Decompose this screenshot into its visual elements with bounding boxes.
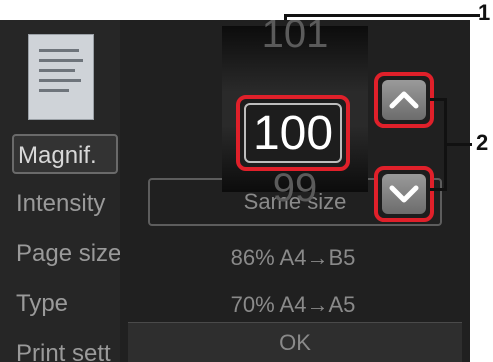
chevron-down-icon [389, 185, 419, 203]
page-preview-thumbnail [28, 34, 94, 120]
option-86-a4-b5[interactable]: 86% A4→B5 [148, 245, 438, 271]
menu-item-type[interactable]: Type [16, 284, 126, 324]
decrease-button[interactable] [374, 166, 434, 222]
ok-button[interactable]: OK [128, 322, 462, 362]
option-70-a4-a5[interactable]: 70% A4→A5 [148, 292, 438, 318]
callout-1-label: 1 [478, 0, 491, 25]
menu-item-print-settings[interactable]: Print sett [16, 334, 126, 362]
magnification-value: 100 [244, 103, 342, 163]
prev-value: 101 [261, 20, 329, 56]
printer-touch-screen: Magnif. Intensity Page size Type Print s… [0, 20, 470, 362]
callout-2-label: 2 [476, 130, 489, 155]
next-value: 99 [272, 166, 318, 210]
menu-item-page-size[interactable]: Page size [16, 234, 126, 274]
increase-button[interactable] [374, 72, 434, 128]
chevron-up-icon [389, 91, 419, 109]
settings-menu: Magnif. Intensity Page size Type Print s… [0, 20, 121, 362]
menu-item-magnif[interactable]: Magnif. [12, 134, 118, 174]
callout-1-line [284, 14, 480, 17]
current-value-box: 100 [236, 95, 350, 171]
callout-2-stem [444, 143, 472, 146]
menu-item-intensity[interactable]: Intensity [16, 184, 126, 224]
